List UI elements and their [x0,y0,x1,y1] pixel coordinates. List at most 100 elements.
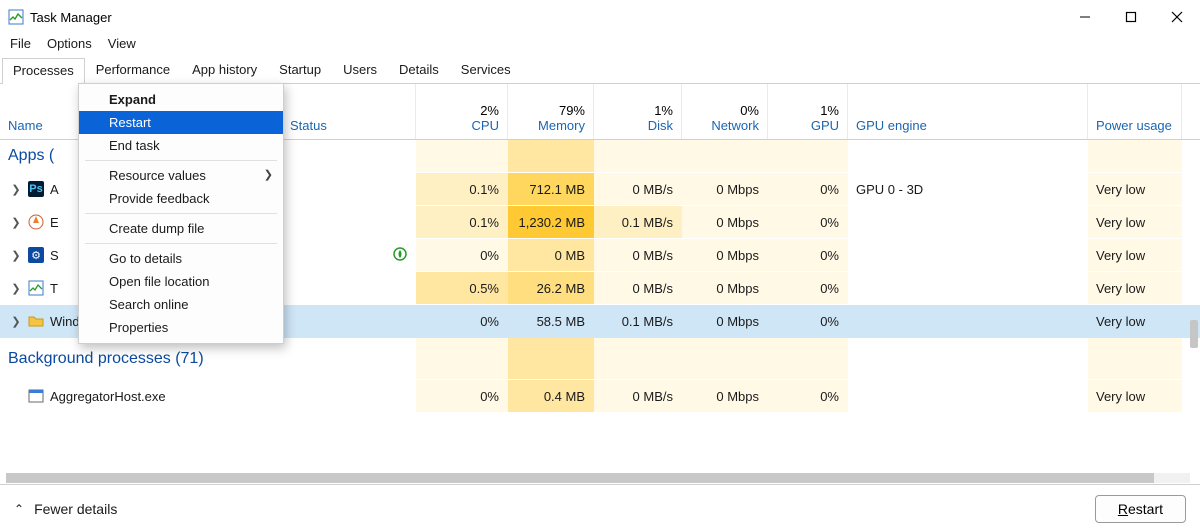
cell-cpu: 0% [416,239,508,271]
separator [85,213,277,214]
cell-gpu-engine [848,272,1088,304]
chevron-right-icon: ❯ [264,168,273,181]
cell-network: 0 Mbps [682,305,768,337]
menu-options[interactable]: Options [47,36,92,51]
cell-network: 0 Mbps [682,239,768,271]
cell-memory: 26.2 MB [508,272,594,304]
window-controls [1062,0,1200,34]
cell-disk: 0 MB/s [594,272,682,304]
tabstrip: Processes Performance App history Startu… [0,57,1200,84]
cell-disk: 0 MB/s [594,173,682,205]
col-power[interactable]: Power usage [1088,84,1182,139]
window-title: Task Manager [30,10,112,25]
cell-memory: 0.4 MB [508,380,594,412]
tab-app-history[interactable]: App history [181,57,268,83]
tab-performance[interactable]: Performance [85,57,181,83]
folder-icon [28,313,44,329]
ctx-open-file-location[interactable]: Open file location [79,270,283,293]
chevron-right-icon[interactable]: ❯ [8,249,24,262]
cell-power: Very low [1088,380,1182,412]
cell-memory: 712.1 MB [508,173,594,205]
process-name: A [50,182,59,197]
tab-details[interactable]: Details [388,57,450,83]
cell-power: Very low [1088,272,1182,304]
ctx-go-to-details[interactable]: Go to details [79,247,283,270]
cell-gpu-engine [848,239,1088,271]
tab-users[interactable]: Users [332,57,388,83]
cell-cpu: 0.5% [416,272,508,304]
leaf-icon [393,247,407,264]
scrollbar-thumb[interactable] [6,473,1154,483]
cell-network: 0 Mbps [682,272,768,304]
process-name: AggregatorHost.exe [50,389,166,404]
cell-cpu: 0% [416,380,508,412]
minimize-button[interactable] [1062,0,1108,34]
col-cpu[interactable]: 2% CPU [416,84,508,139]
exe-icon [28,388,44,404]
col-gpu-engine[interactable]: GPU engine [848,84,1088,139]
context-menu: Expand Restart End task Resource values … [78,83,284,344]
cell-power: Very low [1088,239,1182,271]
ctx-provide-feedback[interactable]: Provide feedback [79,187,283,210]
cell-disk: 0.1 MB/s [594,206,682,238]
menubar: File Options View [0,34,1200,57]
cell-power: Very low [1088,173,1182,205]
ctx-resource-values[interactable]: Resource values ❯ [79,164,283,187]
horizontal-scrollbar[interactable] [6,473,1190,483]
col-network[interactable]: 0% Network [682,84,768,139]
process-name: S [50,248,59,263]
cell-gpu: 0% [768,173,848,205]
menu-view[interactable]: View [108,36,136,51]
col-memory[interactable]: 79% Memory [508,84,594,139]
app-icon: ⚙ [28,247,44,263]
process-name: T [50,281,58,296]
menu-file[interactable]: File [10,36,31,51]
cell-gpu-engine: GPU 0 - 3D [848,173,1088,205]
cell-gpu-engine [848,380,1088,412]
process-name: E [50,215,59,230]
cell-network: 0 Mbps [682,206,768,238]
ctx-expand[interactable]: Expand [79,88,283,111]
ctx-create-dump[interactable]: Create dump file [79,217,283,240]
col-status[interactable]: Status [282,84,416,139]
task-manager-icon [8,9,24,25]
separator [85,160,277,161]
app-icon [28,280,44,296]
cell-gpu: 0% [768,305,848,337]
tab-services[interactable]: Services [450,57,522,83]
cell-power: Very low [1088,206,1182,238]
cell-network: 0 Mbps [682,173,768,205]
vertical-scrollbar[interactable] [1190,320,1198,348]
cell-cpu: 0% [416,305,508,337]
process-row[interactable]: AggregatorHost.exe 0% 0.4 MB 0 MB/s 0 Mb… [0,380,1200,413]
tab-startup[interactable]: Startup [268,57,332,83]
chevron-right-icon[interactable]: ❯ [8,315,24,328]
cell-gpu: 0% [768,206,848,238]
cell-memory: 1,230.2 MB [508,206,594,238]
cell-power: Very low [1088,305,1182,337]
separator [85,243,277,244]
app-icon [28,214,44,230]
cell-cpu: 0.1% [416,206,508,238]
col-disk[interactable]: 1% Disk [594,84,682,139]
col-gpu[interactable]: 1% GPU [768,84,848,139]
cell-gpu: 0% [768,239,848,271]
chevron-up-icon: ⌃ [14,502,24,516]
cell-network: 0 Mbps [682,380,768,412]
ctx-end-task[interactable]: End task [79,134,283,157]
chevron-right-icon[interactable]: ❯ [8,282,24,295]
cell-gpu-engine [848,206,1088,238]
ctx-properties[interactable]: Properties [79,316,283,339]
fewer-details[interactable]: ⌃ Fewer details [14,501,117,517]
tab-processes[interactable]: Processes [2,58,85,84]
ctx-restart[interactable]: Restart [79,111,283,134]
cell-memory: 58.5 MB [508,305,594,337]
maximize-button[interactable] [1108,0,1154,34]
chevron-right-icon[interactable]: ❯ [8,216,24,229]
ctx-search-online[interactable]: Search online [79,293,283,316]
cell-disk: 0.1 MB/s [594,305,682,337]
app-icon: Ps [28,181,44,197]
close-button[interactable] [1154,0,1200,34]
restart-button[interactable]: Restart [1095,495,1186,523]
chevron-right-icon[interactable]: ❯ [8,183,24,196]
